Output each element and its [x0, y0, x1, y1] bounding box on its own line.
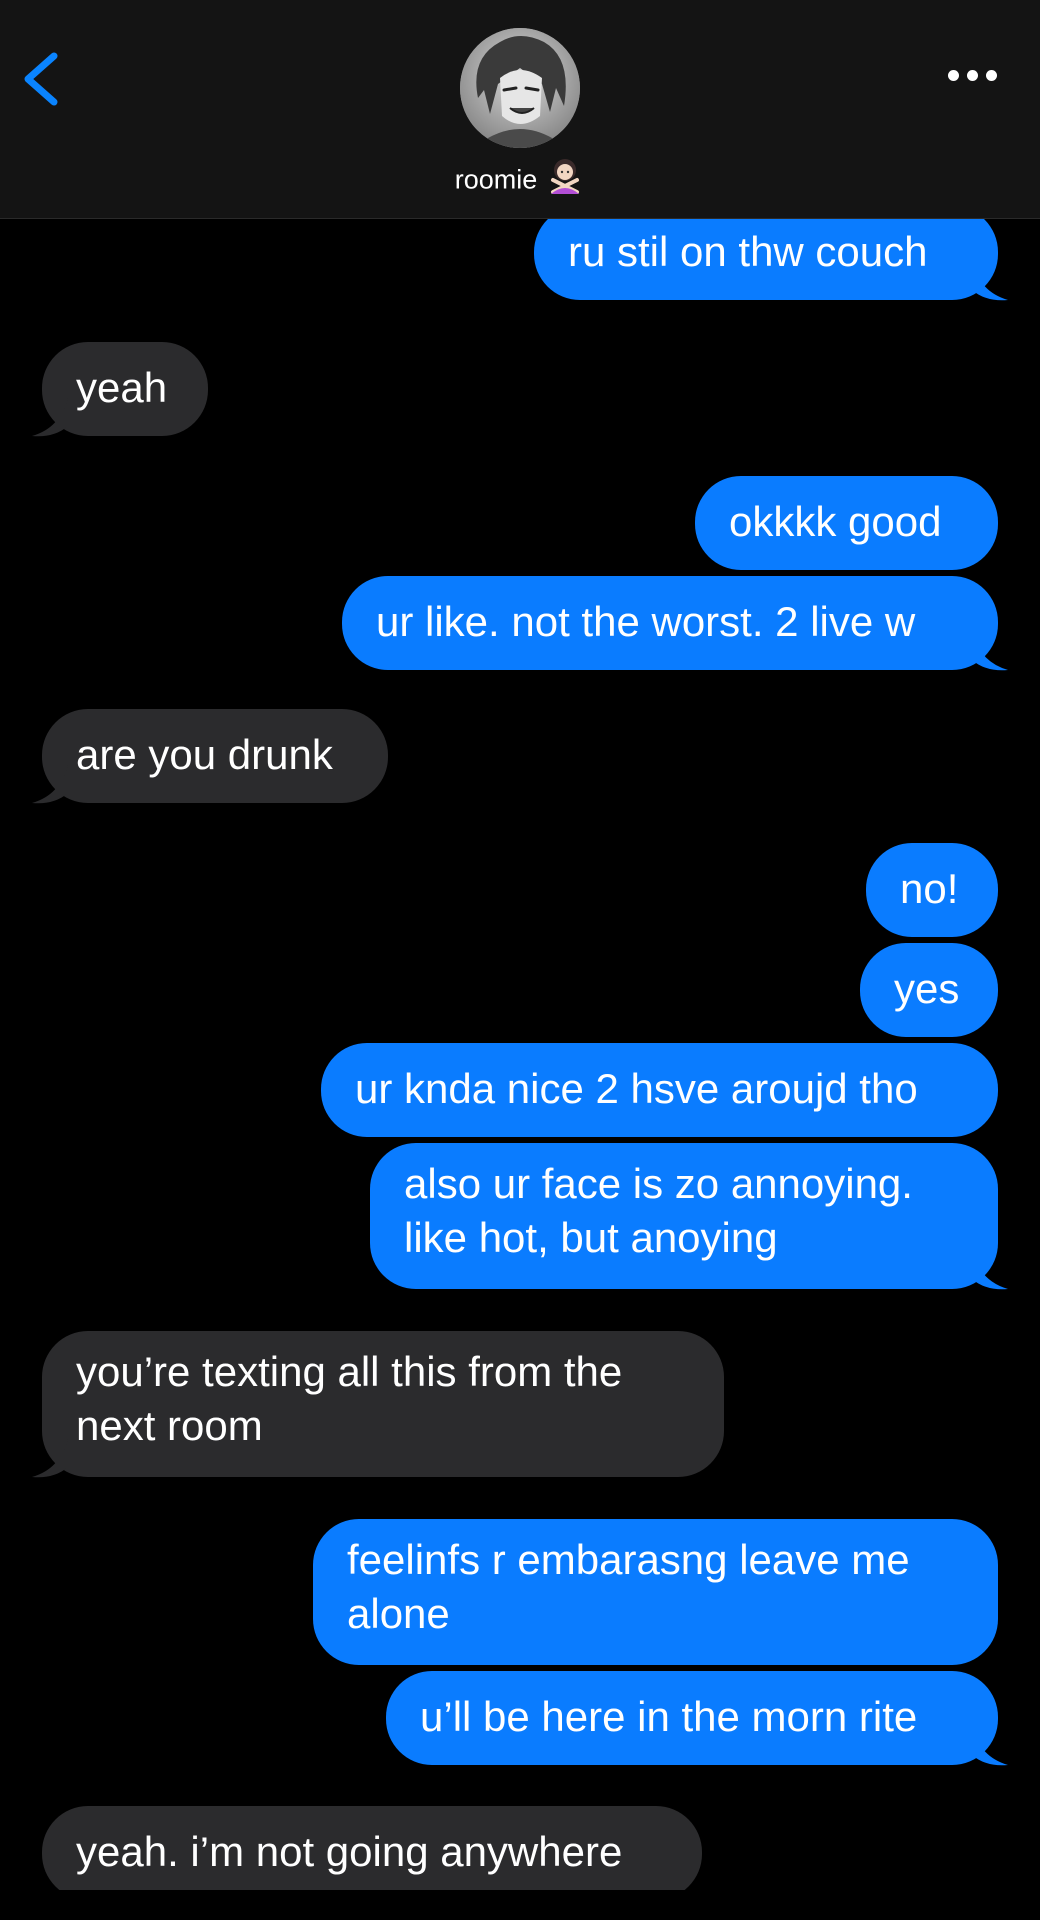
message-bubble-outgoing[interactable]: okkkk good [695, 476, 998, 570]
message-bubble-outgoing[interactable]: yes [860, 943, 998, 1037]
message-text: also ur face is zo annoying. like hot, b… [404, 1160, 913, 1261]
contact-name[interactable]: roomie [420, 159, 620, 201]
ellipsis-icon [967, 70, 978, 81]
chevron-left-icon [24, 52, 58, 106]
message-bubble-incoming[interactable]: are you drunk [42, 709, 388, 803]
bottom-fade [0, 1890, 1040, 1920]
person-gesturing-no-icon [545, 156, 585, 201]
contact-name-text: roomie [454, 164, 538, 195]
message-text: no! [900, 865, 959, 912]
ellipsis-icon [948, 70, 959, 81]
bubble-tail [32, 398, 68, 437]
anime-character-avatar [460, 28, 580, 148]
message-bubble-incoming[interactable]: you’re texting all this from the next ro… [42, 1331, 724, 1477]
message-bubble-outgoing[interactable]: ru stil on thw couch [534, 206, 998, 300]
message-text: ru stil on thw couch [568, 228, 928, 275]
message-text: ur knda nice 2 hsve aroujd tho [355, 1065, 918, 1112]
message-text: you’re texting all this from the next ro… [76, 1348, 623, 1449]
message-bubble-incoming[interactable]: yeah. i’m not going anywhere [42, 1806, 702, 1900]
bubble-tail [972, 262, 1008, 301]
message-text: are you drunk [76, 731, 333, 778]
message-bubble-outgoing[interactable]: u’ll be here in the morn rite [386, 1671, 998, 1765]
message-bubble-outgoing[interactable]: feelinfs r embarasng leave me alone [313, 1519, 998, 1665]
bubble-tail [32, 765, 68, 804]
message-bubble-outgoing[interactable]: also ur face is zo annoying. like hot, b… [370, 1143, 998, 1289]
message-text: ur like. not the worst. 2 live w [376, 598, 916, 645]
bubble-tail [972, 632, 1008, 671]
message-bubble-outgoing[interactable]: ur knda nice 2 hsve aroujd tho [321, 1043, 998, 1137]
bubble-tail [972, 1727, 1008, 1766]
avatar[interactable] [460, 28, 580, 148]
back-button[interactable] [14, 44, 74, 114]
bubble-tail [972, 1251, 1008, 1290]
more-options-button[interactable] [940, 60, 1004, 90]
ellipsis-icon [986, 70, 997, 81]
message-text: yeah [76, 364, 168, 411]
message-text: okkkk good [729, 498, 942, 545]
conversation-header: roomie [0, 0, 1040, 219]
bubble-tail [32, 1439, 68, 1478]
message-text: yeah. i’m not going anywhere [76, 1828, 623, 1875]
message-text: feelinfs r embarasng leave me alone [347, 1536, 910, 1637]
message-text: yes [894, 965, 960, 1012]
message-text: u’ll be here in the morn rite [420, 1693, 918, 1740]
message-bubble-outgoing[interactable]: ur like. not the worst. 2 live w [342, 576, 998, 670]
message-bubble-outgoing[interactable]: no! [866, 843, 998, 937]
